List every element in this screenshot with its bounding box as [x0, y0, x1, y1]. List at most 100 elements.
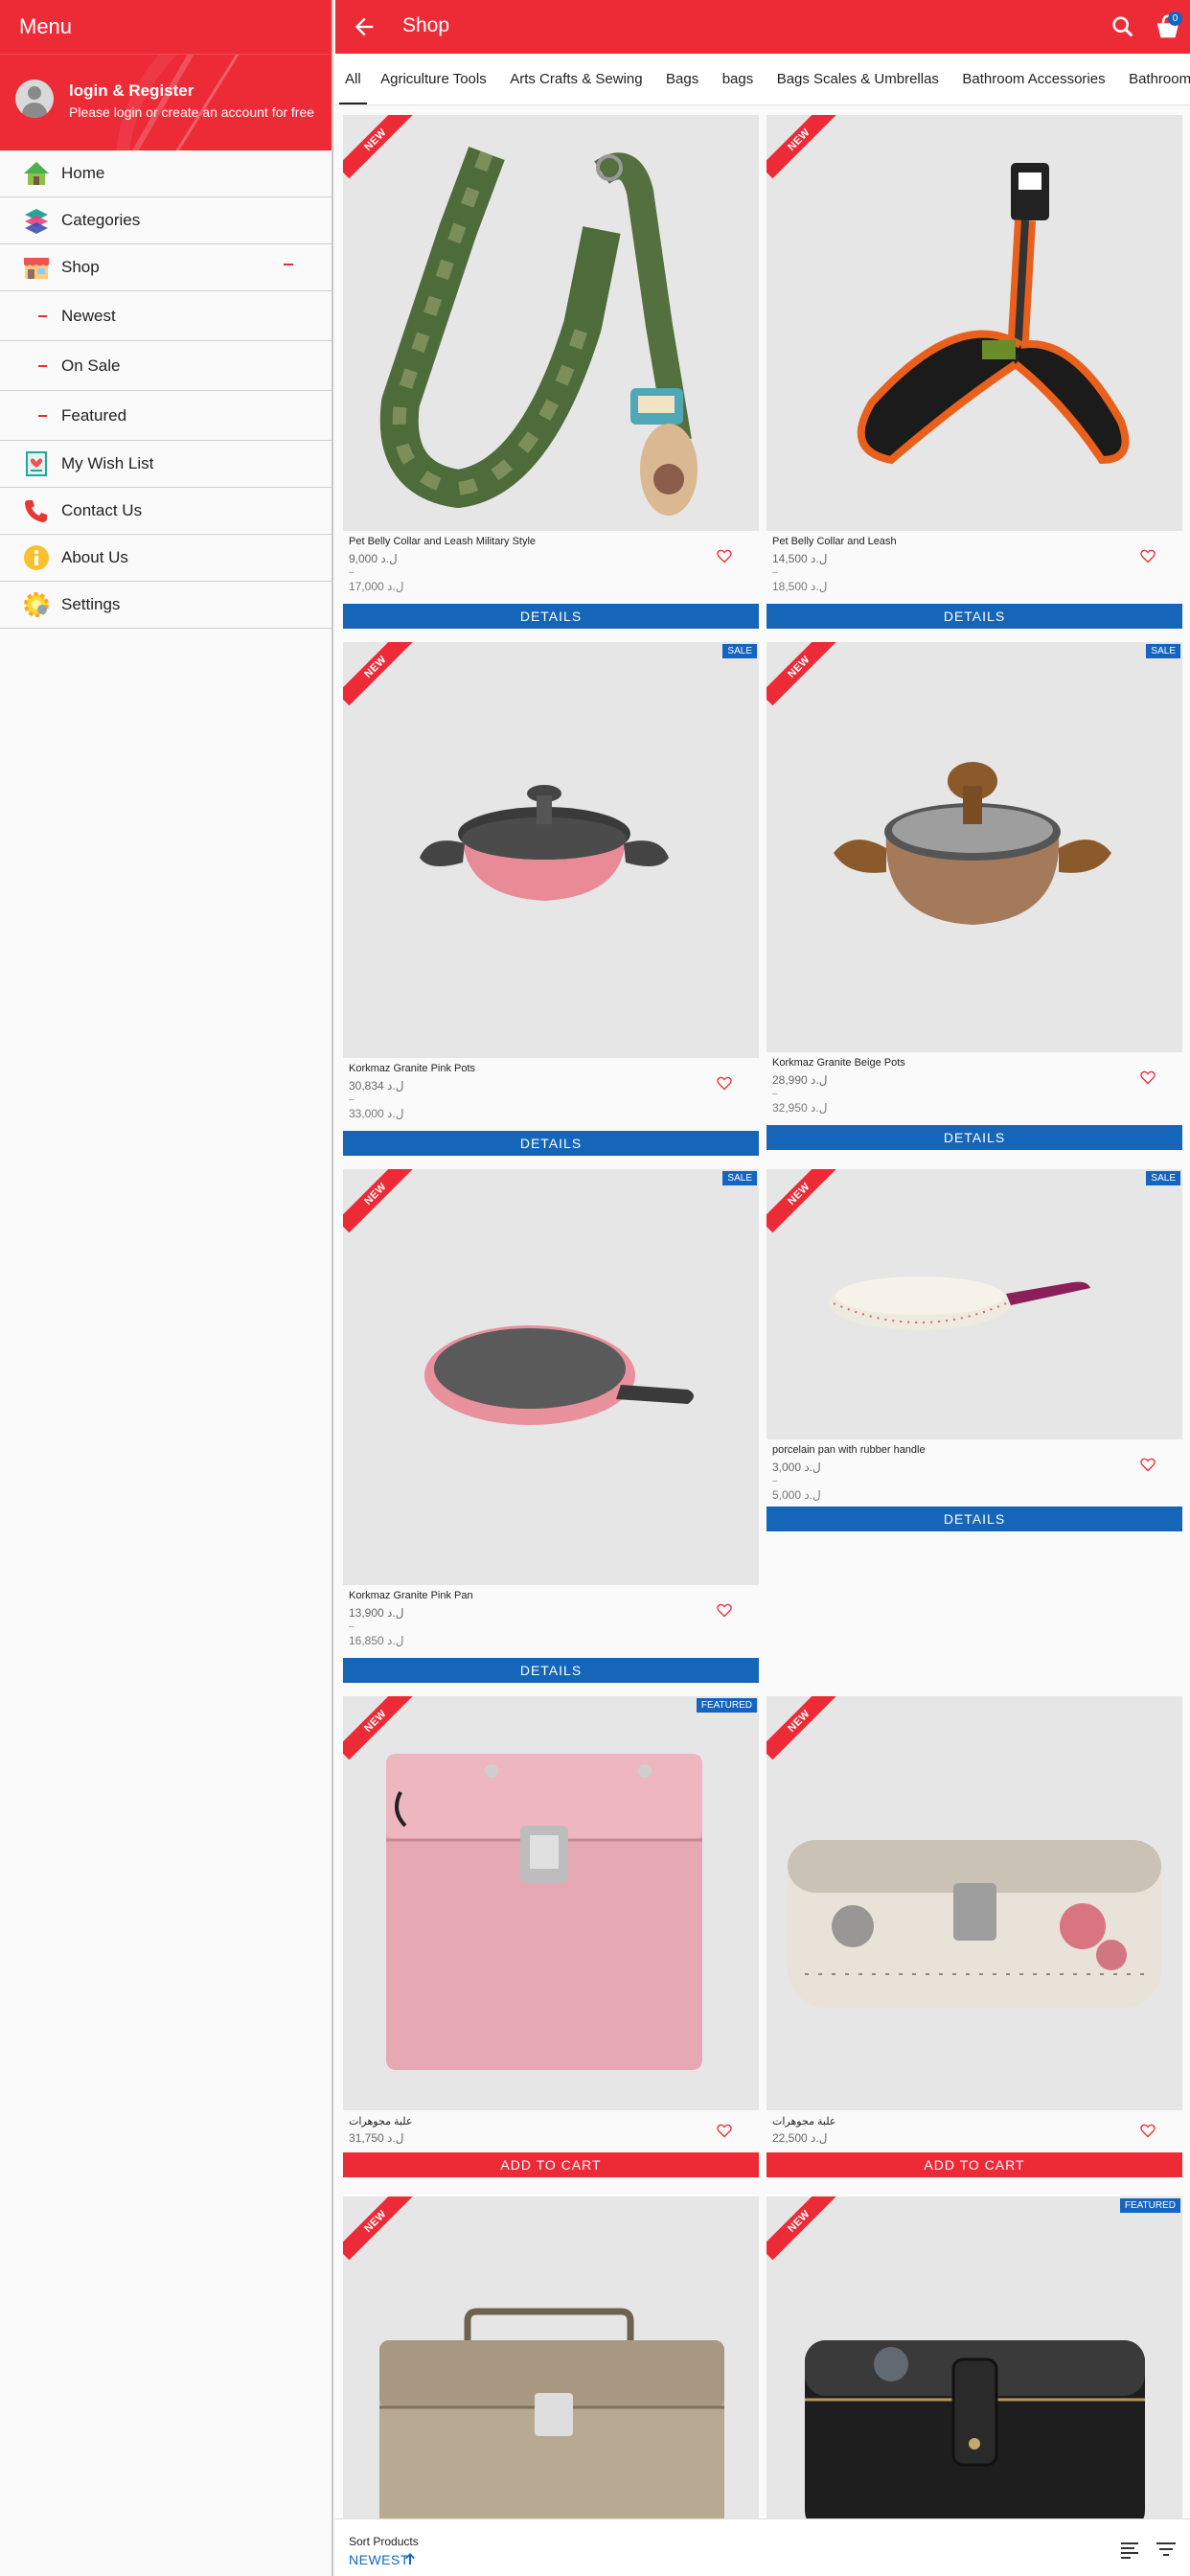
phone-icon — [21, 495, 52, 526]
list-view-icon[interactable] — [1119, 2539, 1140, 2560]
details-button[interactable]: DETAILS — [343, 604, 759, 629]
product-price: 3,000 ل.د — [772, 1460, 821, 1474]
menu-subitem-newest[interactable]: Newest — [0, 291, 332, 341]
product-card[interactable]: NEW FEATURED — [767, 2196, 1182, 2520]
heart-icon[interactable] — [1140, 2124, 1156, 2138]
tab-bags-scales-umbrellas[interactable]: Bags Scales & Umbrellas — [767, 54, 949, 104]
login-register-header[interactable]: login & Register Please login or create … — [0, 54, 332, 150]
tab-agriculture-tools[interactable]: Agriculture Tools — [371, 54, 496, 104]
filter-icon[interactable] — [1156, 2539, 1177, 2560]
menu-subitem-featured[interactable]: Featured — [0, 391, 332, 441]
product-old-price: 33,000 ل.د — [349, 1107, 404, 1120]
search-icon[interactable] — [1110, 13, 1136, 40]
product-image: NEW — [343, 2196, 759, 2520]
dash-icon — [38, 414, 47, 417]
new-ribbon: NEW — [343, 1169, 420, 1246]
menu-item-shop[interactable]: Shop — [0, 244, 332, 291]
collapse-icon[interactable] — [284, 264, 293, 265]
product-price: 14,500 ل.د — [772, 552, 828, 565]
product-info: علبة مجوهرات 31,750 ل.د — [343, 2110, 759, 2152]
sale-tag: SALE — [722, 1171, 757, 1185]
wishlist-icon — [21, 448, 52, 479]
price-separator: – — [772, 1476, 778, 1486]
add-to-cart-button[interactable]: ADD TO CART — [767, 2152, 1182, 2177]
product-old-price: 16,850 ل.د — [349, 1634, 404, 1647]
dash-icon — [38, 364, 47, 367]
details-button[interactable]: DETAILS — [767, 1125, 1182, 1150]
sort-label: Sort Products — [349, 2535, 419, 2548]
product-image: NEW SALE — [343, 1169, 759, 1585]
heart-icon[interactable] — [717, 2124, 732, 2138]
product-info: Pet Belly Collar and Leash 14,500 ل.د – … — [767, 531, 1182, 604]
arrow-up-icon[interactable] — [404, 2552, 416, 2565]
menu-subitem-label: Newest — [61, 306, 116, 325]
product-card[interactable]: NEW SALE Korkmaz Granite Pink Pan 13,900… — [343, 1169, 759, 1683]
menu-item-about[interactable]: About Us — [0, 535, 332, 582]
menu-item-settings[interactable]: Settings — [0, 582, 332, 629]
product-card[interactable]: NEW SALE Korkmaz Granite Beige Pots 28,9… — [767, 642, 1182, 1150]
new-ribbon: NEW — [343, 115, 420, 192]
tab-bathroom-items[interactable]: Bathroom Items — [1119, 54, 1190, 104]
product-name: علبة مجوهرات — [349, 2116, 413, 2128]
menu-item-label: Home — [61, 164, 105, 182]
heart-icon[interactable] — [1140, 549, 1156, 564]
product-old-price: 5,000 ل.د — [772, 1488, 821, 1502]
login-title[interactable]: login & Register — [69, 81, 194, 101]
product-old-price: 17,000 ل.د — [349, 580, 404, 593]
menu-item-label: Categories — [61, 211, 141, 229]
sale-tag: SALE — [1146, 644, 1180, 658]
product-info: Korkmaz Granite Pink Pan 13,900 ل.د – 16… — [343, 1585, 759, 1658]
details-button[interactable]: DETAILS — [343, 1131, 759, 1156]
product-card[interactable]: NEW FEATURED علبة مجوهرات 31,750 ل.د ADD… — [343, 1696, 759, 2177]
product-card[interactable]: NEW SALE porcelain pan with rubber handl… — [767, 1169, 1182, 1531]
new-ribbon: NEW — [767, 1696, 843, 1773]
product-info: Korkmaz Granite Beige Pots 28,990 ل.د – … — [767, 1052, 1182, 1125]
categories-icon — [21, 205, 52, 236]
product-price: 28,990 ل.د — [772, 1073, 828, 1087]
product-price: 13,900 ل.د — [349, 1606, 404, 1620]
tab-arts-crafts-sewing[interactable]: Arts Crafts & Sewing — [500, 54, 652, 104]
product-card[interactable]: NEW — [343, 2196, 759, 2520]
heart-icon[interactable] — [717, 1603, 732, 1618]
menu-item-contact[interactable]: Contact Us — [0, 488, 332, 535]
heart-icon[interactable] — [717, 549, 732, 564]
info-icon — [21, 542, 52, 573]
details-button[interactable]: DETAILS — [343, 1658, 759, 1683]
featured-tag: FEATURED — [1119, 2198, 1180, 2213]
menu-subitem-on-sale[interactable]: On Sale — [0, 341, 332, 391]
tab-all[interactable]: All — [339, 54, 367, 104]
add-to-cart-button[interactable]: ADD TO CART — [343, 2152, 759, 2177]
sort-selector[interactable]: NEWEST — [349, 2552, 409, 2567]
product-name: Korkmaz Granite Pink Pots — [349, 1063, 476, 1074]
heart-icon[interactable] — [1140, 1070, 1156, 1085]
details-button[interactable]: DETAILS — [767, 1506, 1182, 1531]
price-separator: – — [772, 1089, 778, 1099]
featured-tag: FEATURED — [696, 1698, 757, 1713]
product-grid: NEW Pet Belly Collar and Leash Military … — [335, 105, 1190, 2520]
details-button[interactable]: DETAILS — [767, 604, 1182, 629]
dash-icon — [38, 314, 47, 317]
new-ribbon: NEW — [343, 642, 420, 719]
product-image: NEW FEATURED — [767, 2196, 1182, 2520]
menu-item-home[interactable]: Home — [0, 150, 332, 197]
heart-icon[interactable] — [717, 1076, 732, 1091]
product-card[interactable]: NEW علبة مجوهرات 22,500 ل.د ADD TO CART — [767, 1696, 1182, 2177]
product-card[interactable]: NEW Pet Belly Collar and Leash Military … — [343, 115, 759, 629]
menu-item-label: About Us — [61, 548, 128, 566]
product-card[interactable]: NEW SALE Korkmaz Granite Pink Pots 30,83… — [343, 642, 759, 1156]
product-card[interactable]: NEW Pet Belly Collar and Leash 14,500 ل.… — [767, 115, 1182, 629]
category-tabs: All Agriculture Tools Arts Crafts & Sewi… — [335, 54, 1190, 105]
product-price: 9,000 ل.د — [349, 552, 398, 565]
menu-item-categories[interactable]: Categories — [0, 197, 332, 244]
heart-icon[interactable] — [1140, 1458, 1156, 1472]
product-old-price: 18,500 ل.د — [772, 580, 828, 593]
new-ribbon: NEW — [767, 642, 843, 719]
product-info: علبة مجوهرات 22,500 ل.د — [767, 2110, 1182, 2152]
menu-item-wishlist[interactable]: My Wish List — [0, 441, 332, 488]
tab-bags-lower[interactable]: bags — [713, 54, 764, 104]
tab-bags[interactable]: Bags — [656, 54, 708, 104]
tab-bathroom-accessories[interactable]: Bathroom Accessories — [952, 54, 1114, 104]
new-ribbon: NEW — [343, 2196, 420, 2273]
back-arrow-icon[interactable] — [351, 13, 378, 40]
menu-subitem-label: Featured — [61, 405, 127, 425]
